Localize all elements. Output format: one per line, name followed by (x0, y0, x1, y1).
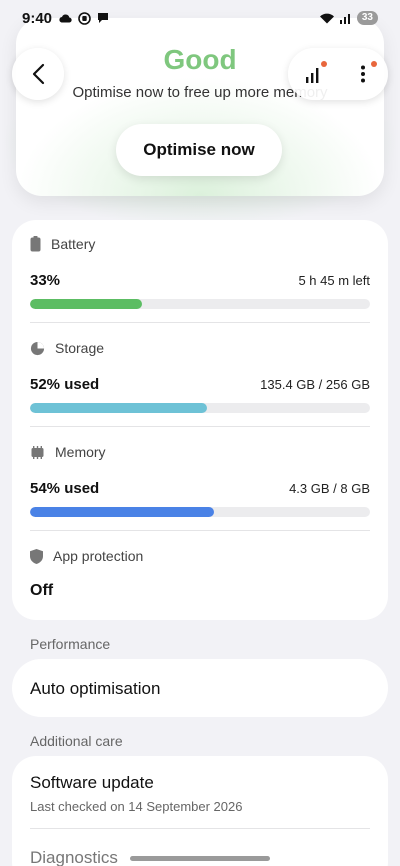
back-arrow-icon (32, 63, 45, 85)
status-bar: 9:40 33 (0, 0, 400, 36)
message-icon (98, 13, 109, 23)
app-protection-section[interactable]: App protection Off (30, 548, 370, 600)
shield-icon (30, 548, 43, 564)
wifi-icon (319, 13, 334, 24)
divider (30, 828, 370, 829)
bar-chart-icon (306, 68, 319, 83)
software-update-label: Software update (30, 773, 154, 792)
storage-usage: 135.4 GB / 256 GB (260, 377, 370, 392)
battery-time-left: 5 h 45 m left (298, 273, 370, 288)
performance-button[interactable] (298, 59, 328, 89)
home-indicator (130, 856, 270, 861)
memory-chip-icon (31, 445, 44, 459)
software-update-item[interactable]: Software update Last checked on 14 Septe… (30, 773, 242, 814)
auto-optimisation-label: Auto optimisation (30, 679, 161, 698)
divider (30, 426, 370, 427)
storage-value: 52% used (30, 376, 100, 393)
storage-section[interactable]: Storage 52% used 135.4 GB / 256 GB (30, 340, 370, 413)
divider (30, 322, 370, 323)
memory-label: Memory (55, 444, 106, 460)
back-button[interactable] (12, 48, 64, 100)
battery-value: 33% (30, 272, 61, 289)
battery-label: Battery (51, 236, 96, 252)
battery-bar (30, 299, 370, 309)
diagnostics-item[interactable]: Diagnostics (30, 848, 118, 866)
more-vertical-icon (361, 65, 365, 83)
device-status-card: Battery 33% 5 h 45 m left Storage 52% us… (12, 220, 388, 620)
app-protection-label: App protection (53, 548, 144, 564)
storage-label: Storage (55, 340, 105, 356)
cloud-icon (59, 14, 72, 23)
auto-optimisation-item[interactable]: Auto optimisation (12, 659, 388, 717)
memory-usage: 4.3 GB / 8 GB (289, 481, 370, 496)
notification-dot (321, 61, 327, 67)
signal-icon (339, 14, 350, 24)
memory-bar-fill (30, 507, 214, 517)
battery-bar-fill (30, 299, 143, 309)
battery-icon (30, 236, 41, 252)
divider (30, 530, 370, 531)
memory-value: 54% used (30, 480, 100, 497)
additional-care-group-label: Additional care (30, 733, 123, 749)
storage-bar-fill (30, 403, 207, 413)
optimise-now-button[interactable]: Optimise now (116, 124, 282, 176)
memory-section[interactable]: Memory 54% used 4.3 GB / 8 GB (30, 444, 370, 517)
device-care-summary: Good Optimise now to free up more memory… (16, 18, 384, 196)
battery-indicator: 33 (356, 11, 378, 25)
vpn-icon (78, 11, 91, 25)
app-protection-value: Off (30, 582, 54, 599)
performance-group-label: Performance (30, 636, 111, 652)
header-actions (288, 48, 388, 100)
storage-bar (30, 403, 370, 413)
battery-section[interactable]: Battery 33% 5 h 45 m left (30, 236, 370, 309)
memory-bar (30, 507, 370, 517)
additional-care-card: Software update Last checked on 14 Septe… (12, 756, 388, 866)
more-options-button[interactable] (348, 59, 378, 89)
status-time: 9:40 (22, 9, 53, 27)
notification-dot (371, 61, 377, 67)
software-update-last-checked: Last checked on 14 September 2026 (30, 799, 243, 814)
pie-chart-icon (30, 341, 45, 355)
